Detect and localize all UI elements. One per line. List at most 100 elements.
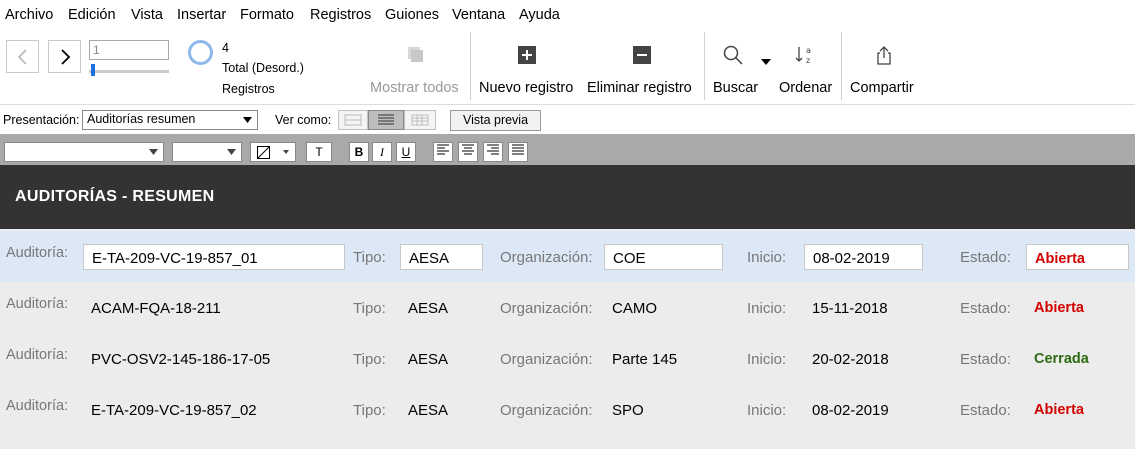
organization-field[interactable]: CAMO — [612, 300, 657, 317]
list-item[interactable]: Auditoría: ACAM-FQA-18-211 Tipo: AESA Or… — [0, 282, 1135, 333]
menu-formato[interactable]: Formato — [240, 7, 294, 23]
status-label: Estado: — [960, 402, 1011, 419]
start-date-field[interactable]: 08-02-2019 — [804, 244, 923, 270]
type-label: Tipo: — [353, 351, 386, 368]
align-center-button[interactable] — [458, 142, 478, 162]
table-view-icon — [411, 114, 429, 126]
menu-edicion[interactable]: Edición — [68, 7, 116, 23]
audit-field[interactable]: ACAM-FQA-18-211 — [91, 300, 221, 317]
list-item[interactable]: Auditoría: PVC-OSV2-145-186-17-05 Tipo: … — [0, 333, 1135, 384]
search-icon — [722, 44, 744, 66]
organization-field[interactable]: COE — [604, 244, 723, 270]
status-field[interactable]: Abierta — [1034, 300, 1084, 316]
type-label: Tipo: — [353, 249, 386, 266]
sort-icon: az — [794, 44, 816, 66]
status-field[interactable]: Abierta — [1026, 244, 1129, 270]
start-label: Inicio: — [747, 351, 787, 368]
status-field[interactable]: Abierta — [1034, 402, 1084, 418]
audit-label: Auditoría: — [6, 398, 69, 414]
chevron-down-icon — [243, 117, 252, 123]
organization-field[interactable]: Parte 145 — [612, 351, 677, 368]
italic-button[interactable]: I — [372, 142, 392, 162]
menu-ayuda[interactable]: Ayuda — [519, 7, 560, 23]
svg-text:z: z — [806, 56, 810, 65]
font-size-select[interactable] — [172, 142, 242, 162]
records-pie-icon — [188, 40, 213, 65]
start-date-field[interactable]: 15-11-2018 — [812, 300, 888, 317]
align-left-button[interactable] — [433, 142, 453, 162]
type-field[interactable]: AESA — [408, 300, 448, 317]
view-as-list-button[interactable] — [368, 110, 404, 130]
status-toolbar: 1 4 Total (Desord.) Registros Mostrar to… — [0, 30, 1135, 105]
organization-label: Organización: — [500, 249, 593, 266]
sort-button[interactable]: Ordenar — [779, 80, 832, 96]
type-field[interactable]: AESA — [400, 244, 483, 270]
start-label: Inicio: — [747, 402, 787, 419]
share-button[interactable]: Compartir — [850, 80, 914, 96]
chevron-right-icon — [60, 48, 70, 65]
align-right-icon — [487, 144, 499, 155]
delete-record-button[interactable]: Eliminar registro — [587, 80, 692, 96]
menu-insertar[interactable]: Insertar — [177, 7, 226, 23]
align-left-icon — [437, 144, 449, 155]
type-field[interactable]: AESA — [408, 402, 448, 419]
chevron-down-icon — [283, 150, 289, 154]
previous-record-button[interactable] — [6, 40, 39, 73]
status-field[interactable]: Cerrada — [1034, 351, 1089, 367]
chevron-down-icon[interactable] — [756, 54, 776, 70]
show-all-icon — [405, 44, 427, 66]
menu-bar: Archivo Edición Vista Insertar Formato R… — [0, 0, 1135, 30]
bold-button[interactable]: B — [349, 142, 369, 162]
organization-label: Organización: — [500, 402, 593, 419]
audit-label: Auditoría: — [6, 347, 69, 363]
list-item[interactable]: Auditoría: E-TA-209-VC-19-857_02 Tipo: A… — [0, 384, 1135, 435]
layout-bar: Presentación: Auditorías resumen Ver com… — [0, 105, 1135, 134]
toolbar-divider — [841, 32, 842, 100]
layout-label: Presentación: — [3, 113, 80, 127]
delete-record-icon — [631, 44, 653, 66]
audit-field[interactable]: E-TA-209-VC-19-857_02 — [91, 402, 257, 419]
status-label: Estado: — [960, 249, 1011, 266]
list-view-icon — [378, 114, 394, 125]
status-label: Estado: — [960, 300, 1011, 317]
find-button[interactable]: Buscar — [713, 80, 758, 96]
share-icon — [873, 44, 895, 66]
total-label: Total (Desord.) — [222, 61, 304, 75]
align-justify-button[interactable] — [508, 142, 528, 162]
record-number-input[interactable]: 1 — [89, 40, 169, 60]
list-item[interactable]: Auditoría: E-TA-209-VC-19-857_01 Tipo: A… — [0, 231, 1135, 282]
start-label: Inicio: — [747, 249, 787, 266]
show-all-button[interactable]: Mostrar todos — [370, 80, 459, 96]
text-color-select[interactable] — [250, 142, 296, 162]
text-format-button[interactable]: T — [306, 142, 332, 162]
align-right-button[interactable] — [483, 142, 503, 162]
organization-field[interactable]: SPO — [612, 402, 644, 419]
menu-registros[interactable]: Registros — [310, 7, 371, 23]
font-select[interactable] — [4, 142, 164, 162]
menu-guiones[interactable]: Guiones — [385, 7, 439, 23]
layout-header: AUDITORÍAS - RESUMEN — [0, 165, 1135, 229]
preview-button[interactable]: Vista previa — [450, 110, 541, 131]
start-date-field[interactable]: 20-02-2018 — [812, 351, 889, 368]
next-record-button[interactable] — [48, 40, 81, 73]
start-date-field[interactable]: 08-02-2019 — [812, 402, 889, 419]
chevron-left-icon — [17, 48, 27, 65]
record-slider-handle[interactable] — [91, 64, 95, 76]
audit-field[interactable]: PVC-OSV2-145-186-17-05 — [91, 351, 270, 368]
new-record-button[interactable]: Nuevo registro — [479, 80, 573, 96]
view-as-form-button[interactable] — [338, 110, 368, 130]
menu-archivo[interactable]: Archivo — [5, 7, 53, 23]
status-label: Estado: — [960, 351, 1011, 368]
menu-vista[interactable]: Vista — [131, 7, 163, 23]
layout-select[interactable]: Auditorías resumen — [82, 110, 258, 130]
type-field[interactable]: AESA — [408, 351, 448, 368]
audit-field[interactable]: E-TA-209-VC-19-857_01 — [83, 244, 345, 270]
align-center-icon — [462, 144, 474, 155]
menu-ventana[interactable]: Ventana — [452, 7, 505, 23]
view-as-table-button[interactable] — [404, 110, 436, 130]
organization-label: Organización: — [500, 300, 593, 317]
record-slider-track[interactable] — [89, 70, 169, 73]
toolbar-divider — [704, 32, 705, 100]
svg-text:a: a — [806, 46, 811, 55]
underline-button[interactable]: U — [396, 142, 416, 162]
